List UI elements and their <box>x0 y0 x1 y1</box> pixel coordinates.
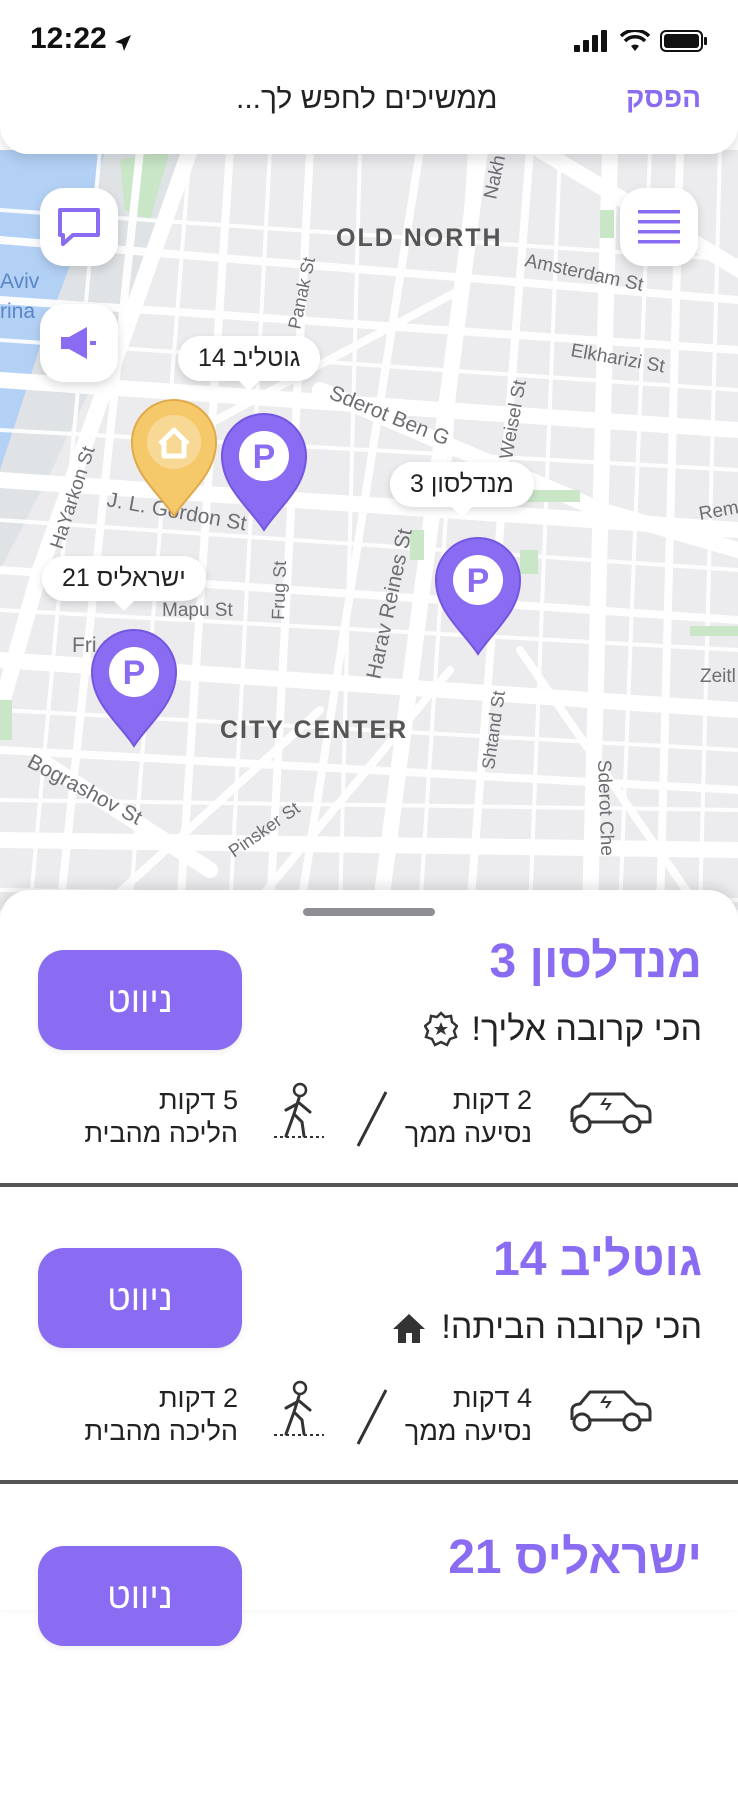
drive-label: נסיעה ממך <box>404 1118 532 1148</box>
menu-button[interactable] <box>620 188 698 266</box>
car-icon <box>570 1092 652 1134</box>
chat-button[interactable] <box>40 188 118 266</box>
walk-label: הליכה מהבית <box>84 1118 238 1148</box>
map-label-old-north: OLD NORTH <box>336 224 503 252</box>
map-label-city-center: CITY CENTER <box>220 716 408 744</box>
chat-icon <box>58 208 100 246</box>
result-subtitle-row: הכי קרובה הביתה! <box>391 1308 702 1347</box>
map-label-zeitl: Zeitl <box>700 666 736 687</box>
navigate-button[interactable]: ניווט <box>38 1248 242 1348</box>
car-icon <box>570 1390 652 1432</box>
map-label-mapu: Mapu St <box>162 600 233 621</box>
status-time: 12:22 <box>30 22 107 55</box>
drive-metric: 2 דקות נסיעה ממך <box>405 1084 532 1150</box>
map-bubble-mendelson[interactable]: מנדלסון 3 <box>390 462 534 517</box>
badge-star-icon <box>423 1010 458 1047</box>
stop-search-button[interactable]: הפסק <box>626 82 701 114</box>
result-title: גוטליב 14 <box>493 1233 702 1286</box>
walk-time: 2 דקות <box>158 1383 238 1413</box>
walk-metric: 5 דקות הליכה מהבית <box>84 1084 238 1150</box>
walking-person-icon <box>274 1380 324 1436</box>
parking-icon: P <box>253 438 276 476</box>
wifi-icon <box>620 30 650 51</box>
walking-person-icon <box>274 1082 324 1138</box>
result-subtitle-row: הכי קרובה אליך! <box>423 1010 703 1049</box>
drive-label: נסיעה ממך <box>404 1416 532 1446</box>
result-card[interactable]: מנדלסון 3 הכי קרובה אליך! ניווט 2 דקות נ… <box>0 912 738 1202</box>
battery-icon <box>660 30 707 52</box>
walk-time: 5 דקות <box>158 1085 238 1115</box>
parking-icon: P <box>467 562 490 600</box>
result-title: ישראליס 21 <box>448 1531 702 1584</box>
card-divider <box>0 1480 738 1484</box>
results-sheet[interactable]: מנדלסון 3 הכי קרובה אליך! ניווט 2 דקות נ… <box>0 890 738 1646</box>
map-streets: OLD NORTH CITY CENTER Amsterdam St Elkha… <box>0 150 738 910</box>
result-title: מנדלסון 3 <box>489 935 703 988</box>
walk-metric: 2 דקות הליכה מהבית <box>84 1382 238 1448</box>
map-bubble-israelis[interactable]: ישראליס 21 <box>42 556 206 611</box>
searching-text: ממשיכים לחפש לך... <box>236 82 498 115</box>
map-view[interactable]: OLD NORTH CITY CENTER Amsterdam St Elkha… <box>0 150 738 910</box>
result-card[interactable]: ישראליס 21 ניווט <box>0 1508 738 1798</box>
navigate-button[interactable]: ניווט <box>38 950 242 1050</box>
map-label-sderot-che: Sderot Che <box>593 759 617 856</box>
announcement-button[interactable] <box>40 304 118 382</box>
parking-icon: P <box>123 654 146 692</box>
map-bubble-gotliv[interactable]: גוטליב 14 <box>178 336 321 391</box>
parking-pin-mendelson[interactable]: P <box>434 536 522 656</box>
parking-pin-israelis[interactable]: P <box>90 628 178 748</box>
navigate-button[interactable]: ניווט <box>38 1546 242 1646</box>
location-arrow-icon <box>115 35 131 51</box>
drive-time: 4 דקות <box>452 1383 532 1413</box>
map-label-rina: rina <box>0 300 35 323</box>
home-map-pin[interactable] <box>130 398 218 518</box>
parking-pin-gotliv[interactable]: P <box>220 412 308 532</box>
result-subtitle: הכי קרובה אליך! <box>471 1010 703 1048</box>
map-label-aviv: Aviv <box>0 270 40 293</box>
map-label-remi: Rem <box>697 497 738 525</box>
status-bar: 12:22 <box>0 0 738 86</box>
home-icon <box>393 1313 426 1343</box>
drive-time: 2 דקות <box>452 1085 532 1115</box>
separator-slash <box>356 1389 388 1445</box>
card-divider <box>0 1183 738 1187</box>
result-subtitle: הכי קרובה הביתה! <box>441 1308 702 1346</box>
hamburger-menu-icon <box>638 210 680 244</box>
separator-slash <box>356 1091 388 1147</box>
walk-label: הליכה מהבית <box>84 1416 238 1446</box>
result-card[interactable]: גוטליב 14 הכי קרובה הביתה! ניווט 4 דקות … <box>0 1210 738 1500</box>
map-label-frug: Frug St <box>268 560 290 620</box>
drive-metric: 4 דקות נסיעה ממך <box>405 1382 532 1448</box>
signal-icon <box>574 30 607 52</box>
megaphone-icon <box>61 327 96 359</box>
